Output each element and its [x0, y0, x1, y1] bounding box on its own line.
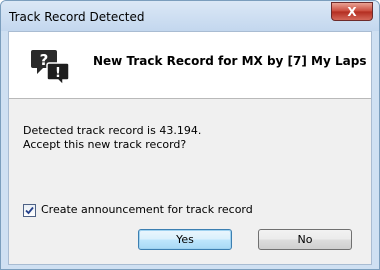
close-button[interactable]: X	[331, 2, 373, 21]
dialog-heading: New Track Record for MX by [7] My Laps	[93, 54, 367, 68]
no-button[interactable]: No	[258, 229, 352, 250]
svg-text:!: !	[55, 66, 61, 81]
announcement-checkbox[interactable]	[23, 204, 36, 217]
dialog-window: Track Record Detected X ? ! New Track Re…	[0, 0, 380, 270]
dialog-header: ? ! New Track Record for MX by [7] My La…	[9, 32, 371, 98]
announcement-checkbox-label[interactable]: Create announcement for track record	[41, 203, 253, 216]
checkmark-icon	[25, 206, 34, 215]
window-title: Track Record Detected	[9, 10, 145, 24]
message-line-question: Accept this new track record?	[23, 138, 187, 151]
message-line-record: Detected track record is 43.194.	[23, 124, 202, 137]
yes-button[interactable]: Yes	[138, 229, 232, 250]
dialog-content: ? ! New Track Record for MX by [7] My La…	[8, 31, 372, 265]
message-area: Detected track record is 43.194. Accept …	[9, 99, 371, 264]
title-bar[interactable]: Track Record Detected X	[1, 1, 379, 31]
speech-bubbles-icon: ? !	[31, 46, 71, 87]
